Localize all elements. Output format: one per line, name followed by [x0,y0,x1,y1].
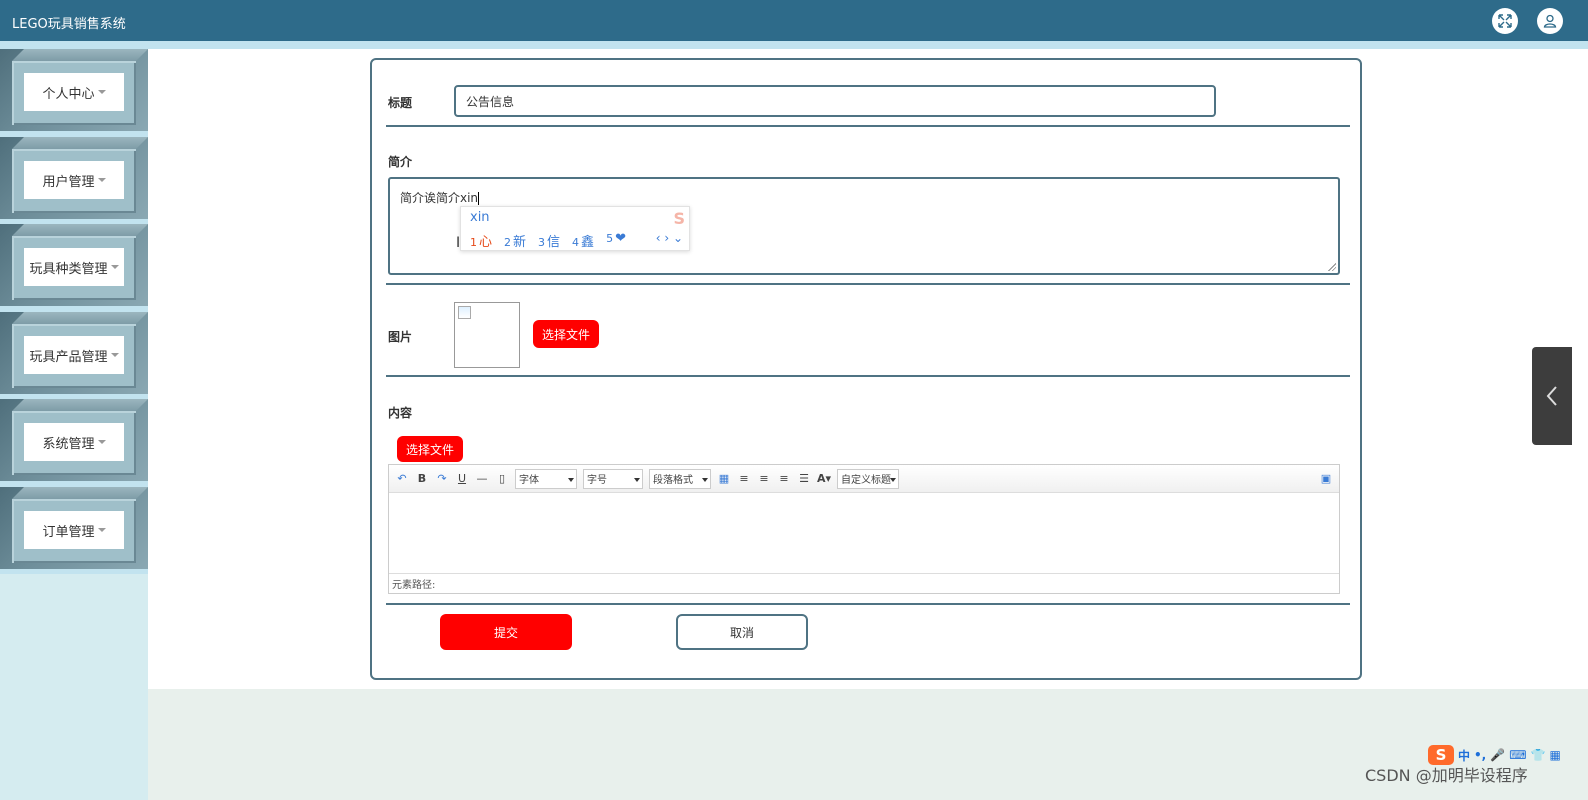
sidebar: 个人中心 用户管理 玩具种类管理 玩具产品管理 系统管理 订单管理 [0,49,148,800]
font-family-select[interactable]: 字体 [515,468,577,489]
align-right-icon[interactable]: ≡ [757,472,771,485]
broken-image-icon [458,306,471,319]
sidebar-item-label: 个人中心 [42,86,95,102]
intro-label: 简介 [388,155,413,169]
content-choose-file-button[interactable]: 选择文件 [397,436,463,462]
intro-text: 简介诶简介xin [400,191,479,205]
ime-pinyin: xin [470,210,490,225]
resize-handle[interactable] [1328,263,1336,271]
sidebar-item-label: 玩具产品管理 [29,349,108,365]
skin-shirt-icon[interactable]: 👕 [1531,748,1546,762]
sidebar-menu: 个人中心 用户管理 玩具种类管理 玩具产品管理 系统管理 订单管理 [0,49,148,574]
bold-icon[interactable]: B [415,472,429,485]
ime-candidate[interactable]: 4鑫 [572,231,594,250]
divider [386,603,1350,605]
i-beam-cursor-icon: I [456,235,461,251]
align-left-icon[interactable]: ≡ [737,472,751,485]
apps-grid-icon[interactable]: ▦ [1549,748,1560,762]
image-choose-file-button[interactable]: 选择文件 [533,320,599,348]
image-preview [454,302,520,368]
editor-toolbar: ↶ B ↷ U — ▯ 字体 字号 段落格式 ▦ ≡ ≡ ≡ ☰ A▾ 自定义标… [389,465,1339,493]
align-center-icon[interactable]: ≡ [777,472,791,485]
user-icon [1543,14,1557,28]
title-input[interactable]: 公告信息 [454,85,1216,117]
fullscreen-editor-icon[interactable]: ▣ [1319,472,1333,485]
sidebar-item-personal-center: 个人中心 [0,49,148,131]
font-color-icon[interactable]: A▾ [817,472,831,485]
divider [386,375,1350,377]
caret-down-icon [97,90,106,94]
ime-page-nav[interactable]: ‹ › ⌄ [656,231,683,245]
title-label: 标题 [388,96,413,110]
cancel-button[interactable]: 取消 [676,614,808,650]
title-input-value: 公告信息 [466,94,515,109]
sidebar-item-toy-product: 玩具产品管理 [0,312,148,394]
ime-candidates: 1心 2新 3信 4鑫 5 ❤ [470,231,626,250]
horizontal-rule-icon[interactable]: — [475,472,489,485]
undo-icon[interactable]: ↶ [395,472,409,485]
side-panel-toggle[interactable] [1532,347,1572,445]
ime-candidate[interactable]: 5 ❤ [606,231,626,250]
content-label: 内容 [388,406,413,420]
sidebar-button[interactable]: 玩具产品管理 [24,336,124,374]
sidebar-item-label: 系统管理 [42,436,95,452]
caret-down-icon [97,178,106,182]
sidebar-item-label: 玩具种类管理 [29,261,108,277]
sidebar-item-toy-category: 玩具种类管理 [0,224,148,306]
expand-icon [1498,14,1512,28]
top-bar: LEGO玩具销售系统 [0,0,1588,41]
custom-title-select[interactable]: 自定义标题 [837,468,899,489]
chinese-mode-icon[interactable]: 中 [1458,747,1470,764]
sogou-logo-icon: S [673,209,685,228]
paragraph-format-select[interactable]: 段落格式 [649,468,711,489]
ime-candidate[interactable]: 2新 [504,231,526,250]
watermark: CSDN @加明毕设程序 [1365,766,1528,785]
punctuation-icon[interactable]: •, [1474,748,1486,762]
underline-icon[interactable]: U [455,472,469,485]
caret-down-icon [97,440,106,444]
microphone-icon[interactable]: 🎤 [1490,748,1505,762]
ime-candidate[interactable]: 1心 [470,231,492,250]
keyboard-icon[interactable]: ⌨ [1509,748,1526,762]
table-icon[interactable]: ▦ [717,472,731,485]
image-label: 图片 [388,330,413,344]
sidebar-button[interactable]: 用户管理 [24,161,124,199]
sidebar-item-orders: 订单管理 [0,487,148,569]
app-title: LEGO玩具销售系统 [12,17,126,32]
header-strip [0,41,1588,49]
sidebar-item-label: 用户管理 [42,174,95,190]
user-button[interactable] [1537,8,1563,34]
sidebar-button[interactable]: 订单管理 [24,511,124,549]
justify-icon[interactable]: ☰ [797,472,811,485]
document-icon[interactable]: ▯ [495,472,509,485]
fullscreen-button[interactable] [1492,8,1518,34]
announcement-form: 标题 公告信息 简介 简介诶简介xin xin S 1心 2新 3信 4鑫 5 ❤… [370,58,1362,680]
ime-candidate-popup: xin S 1心 2新 3信 4鑫 5 ❤ ‹ › ⌄ [460,206,690,251]
sidebar-button[interactable]: 系统管理 [24,423,124,461]
editor-status-bar: 元素路径: [389,573,1339,593]
divider [386,283,1350,285]
sidebar-item-user-management: 用户管理 [0,137,148,219]
rich-text-editor: ↶ B ↷ U — ▯ 字体 字号 段落格式 ▦ ≡ ≡ ≡ ☰ A▾ 自定义标… [388,464,1340,594]
ime-candidate[interactable]: 3信 [538,231,560,250]
font-size-select[interactable]: 字号 [583,468,643,489]
redo-icon[interactable]: ↷ [435,472,449,485]
text-caret [478,192,480,205]
sidebar-item-label: 订单管理 [42,524,95,540]
sidebar-button[interactable]: 玩具种类管理 [24,248,124,286]
caret-down-icon [110,265,119,269]
sidebar-item-system: 系统管理 [0,399,148,481]
divider [386,125,1350,127]
submit-button[interactable]: 提交 [440,614,572,650]
caret-down-icon [110,353,119,357]
caret-down-icon [97,528,106,532]
chevron-left-icon [1546,386,1557,406]
sidebar-button[interactable]: 个人中心 [24,73,124,111]
